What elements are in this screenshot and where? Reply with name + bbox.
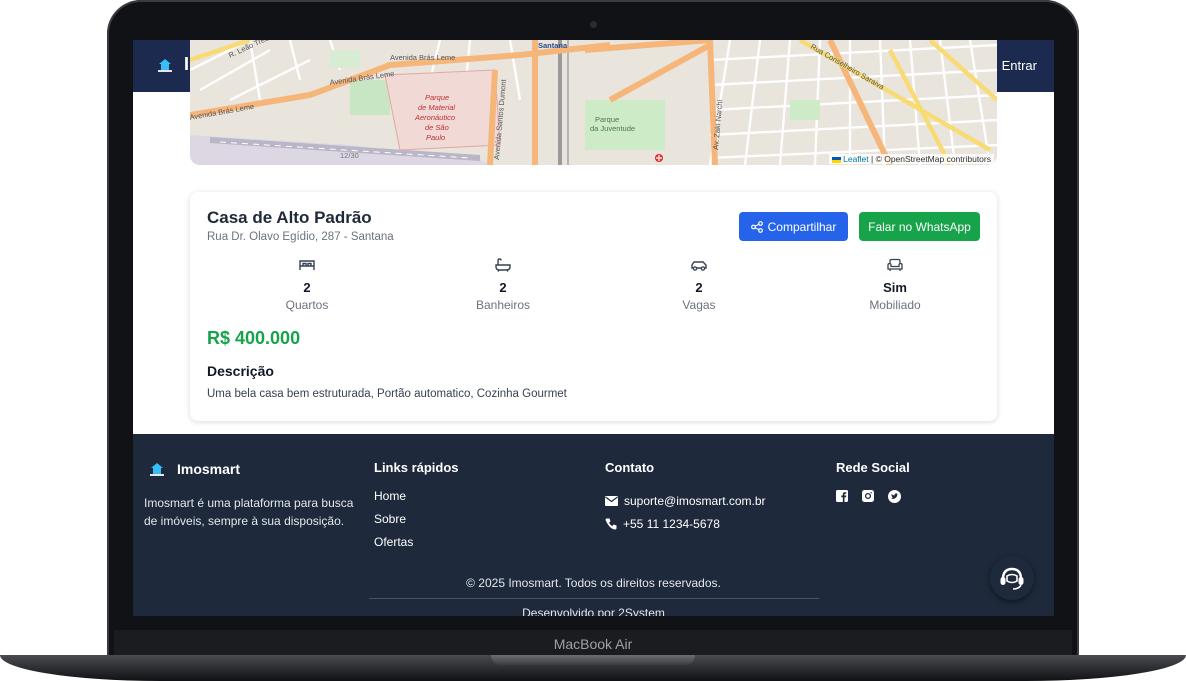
- feature-label: Vagas: [682, 298, 716, 312]
- description-heading: Descrição: [207, 363, 274, 379]
- login-link[interactable]: Entrar: [1002, 58, 1037, 73]
- property-address: Rua Dr. Olavo Egídio, 287 - Santana: [207, 231, 394, 243]
- map-label: Santana: [538, 41, 568, 50]
- house-logo-icon: [150, 463, 164, 476]
- bathtub-icon: [495, 258, 511, 272]
- description-text: Uma bela casa bem estruturada, Portão au…: [207, 388, 567, 400]
- footer-link-about[interactable]: Sobre: [374, 512, 413, 535]
- feature-value: 2: [303, 280, 311, 295]
- footer-about: Imosmart é uma plataforma para busca de …: [144, 496, 354, 528]
- footer-link-home[interactable]: Home: [374, 489, 413, 512]
- map-label: Aeronáutico: [414, 113, 455, 122]
- feature-value: Sim: [883, 280, 907, 295]
- social-heading: Rede Social: [836, 460, 910, 475]
- ukraine-flag-icon: [831, 156, 841, 163]
- headset-icon: [1000, 567, 1024, 590]
- feature-bedrooms: 2 Quartos: [217, 258, 397, 312]
- feature-value: 2: [695, 280, 703, 295]
- feature-value: 2: [499, 280, 507, 295]
- map-label: da Juventude: [590, 124, 635, 133]
- contact-email[interactable]: suporte@imosmart.com.br: [624, 494, 766, 508]
- contact-heading: Contato: [605, 460, 655, 475]
- map-label: de Material: [418, 103, 455, 112]
- map-attribution: Leaflet | © OpenStreetMap contributors: [828, 154, 994, 164]
- social-icons: [836, 490, 901, 503]
- twitter-icon[interactable]: [888, 490, 901, 503]
- map-label: Avenida Brás Leme: [390, 53, 455, 62]
- instagram-icon[interactable]: [862, 490, 875, 503]
- feature-label: Quartos: [285, 298, 329, 312]
- developer-credit: Desenvolvido por 2System: [522, 606, 665, 616]
- contact-list: suporte@imosmart.com.br +55 11 1234-5678: [605, 489, 766, 535]
- footer-divider: [369, 598, 819, 599]
- share-button[interactable]: Compartilhar: [739, 212, 848, 241]
- map-label: Parque: [595, 115, 619, 124]
- browser-screen: I Entrar Avenida Brás Leme Avenida Brás …: [133, 40, 1054, 616]
- bed-icon: [299, 260, 315, 270]
- footer-link-offers[interactable]: Ofertas: [374, 535, 413, 558]
- map-label: Parque: [425, 93, 449, 102]
- house-logo-icon: [158, 59, 172, 72]
- sofa-icon: [887, 258, 903, 271]
- osm-attribution[interactable]: | © OpenStreetMap contributors: [871, 154, 991, 164]
- whatsapp-button-label: Falar no WhatsApp: [868, 219, 971, 234]
- footer-brand: Imosmart: [149, 461, 240, 477]
- property-price: R$ 400.000: [207, 328, 301, 348]
- phone-icon: [605, 518, 617, 529]
- car-icon: [691, 261, 707, 271]
- features-row: 2 Quartos 2 Banheiros 2 Vagas Sim Mobili…: [200, 258, 980, 318]
- feature-bathrooms: 2 Banheiros: [413, 258, 593, 312]
- laptop-model-label: MacBook Air: [553, 636, 633, 652]
- share-icon: [750, 220, 763, 233]
- property-title: Casa de Alto Padrão: [207, 208, 372, 227]
- feature-label: Banheiros: [475, 298, 531, 312]
- contact-phone[interactable]: +55 11 1234-5678: [623, 517, 720, 531]
- footer: Imosmart Imosmart é uma plataforma para …: [133, 434, 1054, 616]
- footer-brand-name: Imosmart: [177, 461, 241, 477]
- feature-furnished: Sim Mobiliado: [805, 258, 985, 312]
- facebook-icon[interactable]: [836, 490, 849, 503]
- property-card: Casa de Alto Padrão Rua Dr. Olavo Egídio…: [190, 192, 997, 421]
- property-map[interactable]: Avenida Brás Leme Avenida Brás Leme Aven…: [190, 40, 997, 165]
- leaflet-link[interactable]: Leaflet: [843, 154, 869, 164]
- links-heading: Links rápidos: [374, 460, 459, 475]
- laptop-notch: [491, 655, 695, 665]
- map-label: de São: [425, 123, 449, 132]
- map-label: 12/30: [340, 151, 359, 160]
- feature-label: Mobiliado: [869, 298, 921, 312]
- support-chat-button[interactable]: [990, 556, 1034, 600]
- share-button-label: Compartilhar: [767, 219, 837, 234]
- envelope-icon: [605, 495, 618, 506]
- quick-links: Home Sobre Ofertas: [374, 489, 413, 558]
- camera-icon: [590, 21, 597, 28]
- feature-parking: 2 Vagas: [609, 258, 789, 312]
- whatsapp-button[interactable]: Falar no WhatsApp: [859, 212, 980, 241]
- copyright-text: © 2025 Imosmart. Todos os direitos reser…: [466, 576, 721, 590]
- map-label: Paulo: [426, 133, 445, 142]
